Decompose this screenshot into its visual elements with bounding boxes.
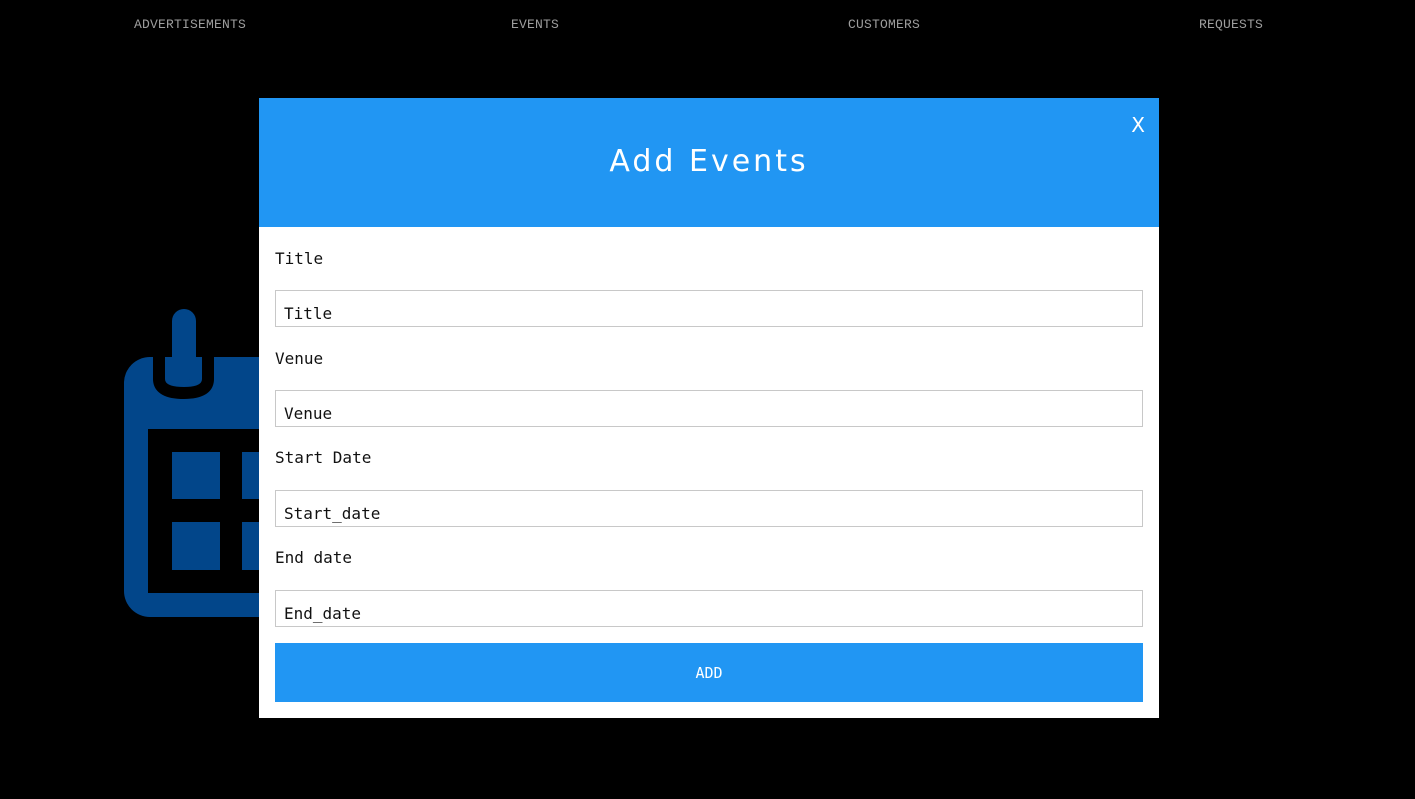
nav-item-customers[interactable]: CUSTOMERS bbox=[848, 17, 920, 32]
start-date-label: Start Date bbox=[275, 448, 372, 467]
close-button[interactable]: X bbox=[1131, 113, 1145, 137]
start-date-input[interactable] bbox=[275, 490, 1143, 527]
nav-item-requests[interactable]: REQUESTS bbox=[1199, 17, 1263, 32]
nav-item-advertisements[interactable]: ADVERTISEMENTS bbox=[134, 17, 246, 32]
title-label: Title bbox=[275, 249, 324, 268]
modal-header: Add Events X bbox=[259, 98, 1159, 227]
end-date-input[interactable] bbox=[275, 590, 1143, 627]
nav-item-events[interactable]: EVENTS bbox=[511, 17, 559, 32]
add-button[interactable]: ADD bbox=[275, 643, 1143, 702]
venue-input[interactable] bbox=[275, 390, 1143, 427]
end-date-label: End date bbox=[275, 548, 353, 567]
title-input[interactable] bbox=[275, 290, 1143, 327]
modal-title: Add Events bbox=[609, 144, 809, 179]
venue-label: Venue bbox=[275, 349, 324, 368]
top-nav: ADVERTISEMENTS EVENTS CUSTOMERS REQUESTS bbox=[0, 0, 1415, 52]
add-event-modal: Add Events X Title Venue Start Date End … bbox=[259, 98, 1159, 718]
